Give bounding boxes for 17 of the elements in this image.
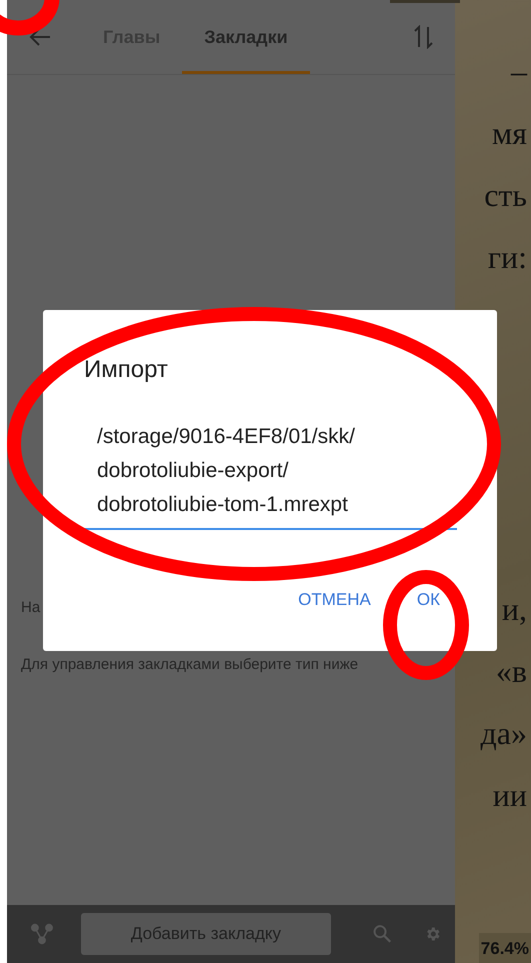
book-text: да» (480, 714, 527, 753)
progress-text: 76.4% (478, 933, 531, 963)
book-text: и, (502, 590, 527, 629)
tab[interactable]: Закладки (182, 0, 310, 74)
book-text: мя (492, 114, 527, 153)
book-text: – (511, 52, 527, 91)
dialog-button[interactable]: ОТМЕНА (290, 584, 379, 616)
dialog-button[interactable]: ОК (408, 584, 448, 616)
dialog-title: Импорт (84, 356, 169, 384)
book-text: сть (484, 176, 527, 215)
hint-text: Для управления закладками выберите тип ниже (21, 656, 358, 673)
sort-icon[interactable] (413, 25, 435, 49)
hint-text: На (21, 599, 40, 616)
book-text: ии (492, 776, 527, 815)
path-input-field[interactable]: /storage/9016-4EF8/01/skk/ dobrotoliubie-export/ dobrotoliubie-tom-1.mrexpt (79, 420, 457, 530)
book-text: «в (496, 652, 527, 691)
book-text: ги: (488, 238, 527, 277)
